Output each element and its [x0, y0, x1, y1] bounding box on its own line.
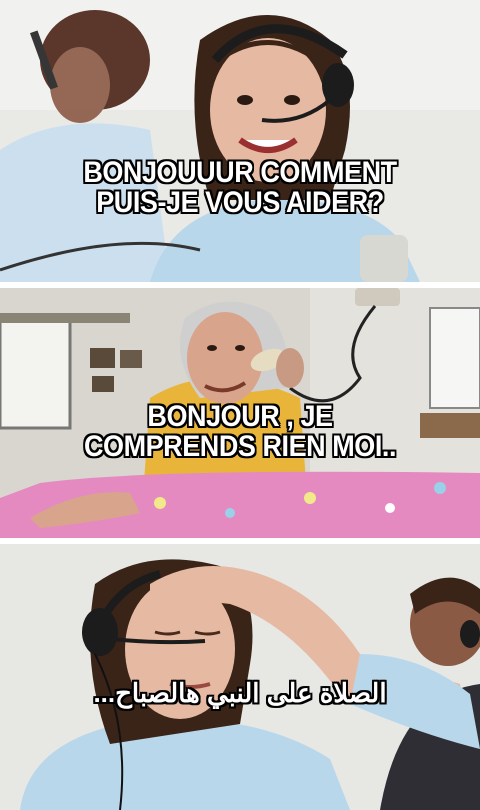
panel-1-caption: BONJOUUUR COMMENT PUIS-JE VOUS AIDER? [83, 156, 397, 219]
panel-3-caption: الصلاة على النبي هالصباح... [93, 678, 387, 708]
panel-2-elderly-caller: BONJOUR , JE COMPRENDS RIEN MOI.. [0, 288, 480, 538]
panel-1-call-agent: BONJOUUUR COMMENT PUIS-JE VOUS AIDER? [0, 0, 480, 282]
panel-3-illustration [0, 544, 480, 810]
panel-1-illustration [0, 0, 480, 282]
panel-3-exhausted-agent: الصلاة على النبي هالصباح... [0, 544, 480, 810]
panel-2-caption: BONJOUR , JE COMPRENDS RIEN MOI.. [83, 400, 397, 463]
